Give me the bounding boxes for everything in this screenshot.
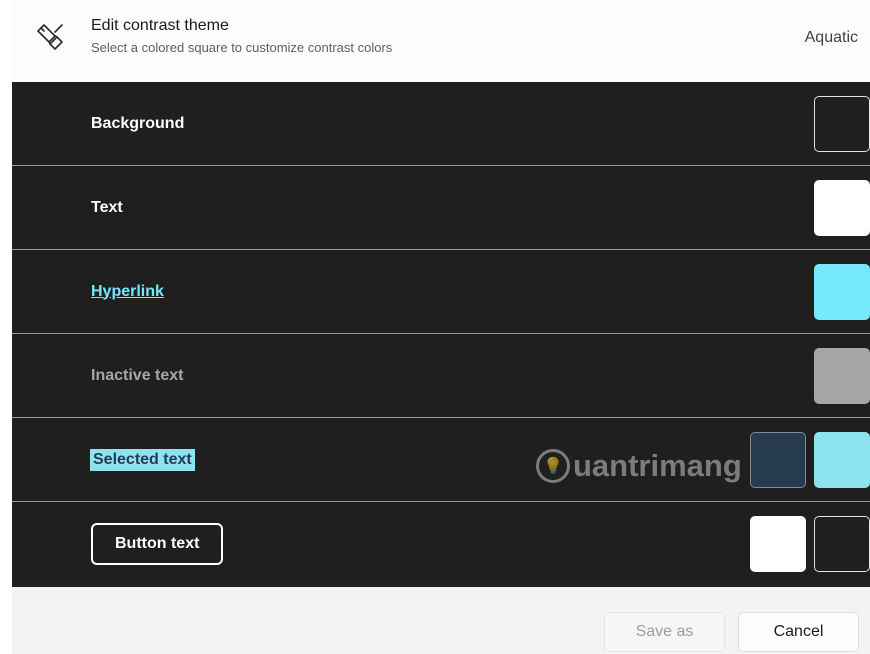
dialog-header: Edit contrast theme Select a colored squ… bbox=[12, 0, 870, 82]
row-hyperlink: Hyperlink bbox=[12, 250, 870, 334]
button-text-foreground-swatch[interactable] bbox=[750, 516, 806, 572]
theme-name: Aquatic bbox=[804, 29, 858, 46]
dialog-title: Edit contrast theme bbox=[91, 17, 229, 34]
cancel-button[interactable]: Cancel bbox=[738, 612, 859, 652]
hyperlink-swatch[interactable] bbox=[814, 263, 870, 320]
row-background: Background bbox=[12, 82, 870, 166]
hyperlink-label: Hyperlink bbox=[91, 282, 164, 300]
save-as-button[interactable]: Save as bbox=[604, 612, 725, 652]
row-button-text: Button text bbox=[12, 502, 870, 586]
row-selected-text: Selected text bbox=[12, 418, 870, 502]
row-text: Text bbox=[12, 166, 870, 250]
inactive-text-swatch[interactable] bbox=[814, 347, 870, 404]
text-swatch[interactable] bbox=[814, 179, 870, 236]
dialog-subtitle: Select a colored square to customize con… bbox=[91, 40, 393, 55]
contrast-theme-dialog: Edit contrast theme Select a colored squ… bbox=[12, 0, 870, 654]
paint-brush-icon bbox=[35, 22, 65, 52]
selected-text-label: Selected text bbox=[90, 448, 195, 471]
text-label: Text bbox=[91, 198, 123, 216]
button-text-background-swatch[interactable] bbox=[814, 516, 870, 572]
button-text-label: Button text bbox=[91, 523, 224, 565]
background-label: Background bbox=[91, 114, 185, 132]
inactive-text-label: Inactive text bbox=[91, 366, 184, 384]
dialog-footer: Save as Cancel bbox=[12, 587, 870, 654]
row-inactive-text: Inactive text bbox=[12, 334, 870, 418]
selected-text-background-swatch[interactable] bbox=[814, 431, 870, 488]
selected-text-foreground-swatch[interactable] bbox=[750, 431, 806, 488]
color-rows: Background Text Hyperlink Inactive text … bbox=[12, 82, 870, 587]
background-swatch[interactable] bbox=[814, 95, 870, 152]
